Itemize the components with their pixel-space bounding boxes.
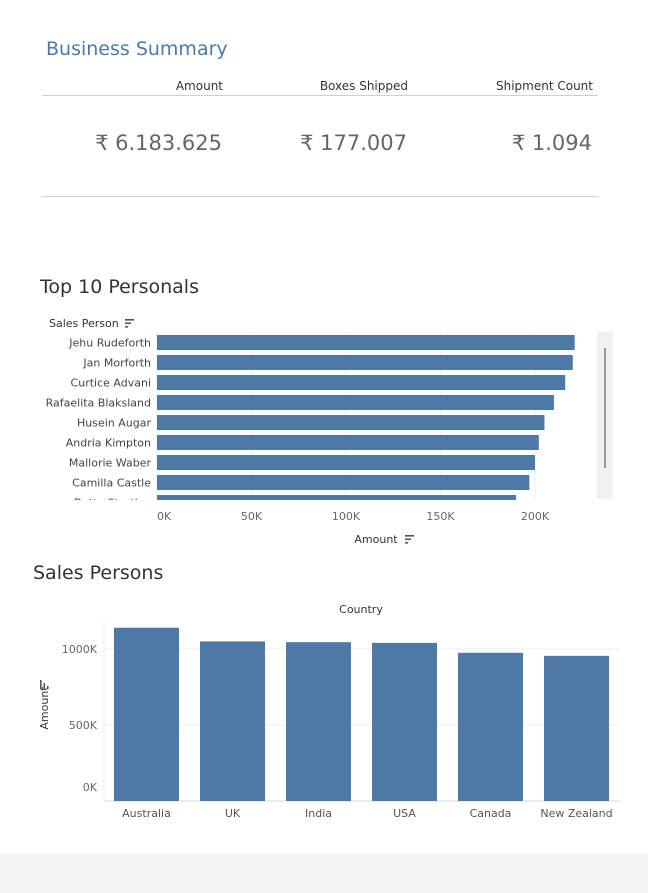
top10-x-tick-label: 150K [426,510,455,523]
sales-y-tick-label: 500K [69,719,98,732]
sales-x-label: UK [225,807,241,820]
kpi-amount-header: Amount [175,79,223,93]
sales-x-label: India [305,807,332,820]
summary-header-rule [42,95,598,96]
top10-row-label: Jehu Rudeforth [68,337,151,350]
sales-bar[interactable] [286,642,351,801]
top10-bar[interactable] [157,375,566,390]
sort-icon[interactable] [125,319,134,328]
sales-title: Sales Persons [33,562,164,584]
top10-title: Top 10 Personals [40,276,199,298]
sales-gridlines [103,620,620,802]
sales-y-tick-label: 0K [83,781,98,794]
top10-x-tick-label: 0K [157,510,172,523]
top10-chart: Sales Person Jehu Rudeforth Jan Morforth C… [46,317,613,546]
sales-bar[interactable] [458,652,523,801]
top10-x-tick-label: 50K [241,510,263,523]
kpi-shipments-value: ₹ 1.094 [511,131,592,155]
y-sort-icon[interactable] [40,680,49,689]
x-sort-icon[interactable] [405,535,414,544]
top10-bar[interactable] [157,475,530,490]
summary-title: Business Summary [46,38,228,60]
top10-bar[interactable] [157,435,539,450]
top10-row-header: Sales Person [49,317,119,330]
top10-x-label: Amount [354,533,398,546]
top10-bar[interactable] [157,335,575,350]
top10-x-tick-label: 100K [332,510,361,523]
top10-row-label: Rafaelita Blaksland [46,397,151,410]
summary-bottom-rule [42,196,598,197]
kpi-boxes-value: ₹ 177.007 [300,131,407,155]
sales-bar[interactable] [200,641,265,801]
top10-bar[interactable] [157,455,535,470]
kpi-amount-value: ₹ 6.183.625 [95,131,222,155]
top10-x-ticks: 0K 50K 100K 150K 200K [157,510,550,523]
top10-bar[interactable] [157,395,554,410]
top10-bar[interactable] [157,495,517,510]
top10-row-label: Mallorie Waber [69,457,152,470]
sales-x-label: USA [393,807,416,820]
footer-band [0,854,648,893]
sales-x-labels: Australia UK India USA Canada New Zealand [122,807,612,820]
top10-scrollbar-thumb[interactable] [604,348,606,468]
top10-row-label: Andria Kimpton [66,437,151,450]
sales-chart: Country 0K 500K 1000K Australia UK India USA C… [38,603,620,820]
sales-y-tick-label: 1000K [62,643,98,656]
top10-row-labels: Jehu Rudeforth Jan Morforth Curtice Advani… [46,337,152,510]
sales-bar[interactable] [372,642,437,801]
sales-bars [114,627,609,801]
kpi-boxes-header: Boxes Shipped [319,79,408,93]
top10-row-label: Curtice Advani [71,377,151,390]
sales-y-ticks: 0K 500K 1000K [62,643,98,794]
sales-bar[interactable] [114,627,179,801]
top10-row-label: Dotty Strutley [74,497,152,510]
top10-bar[interactable] [157,415,545,430]
sales-col-header: Country [339,603,383,616]
top10-bars [157,335,575,510]
top10-bar[interactable] [157,355,573,370]
sales-x-label: New Zealand [540,807,612,820]
top10-row-label: Camilla Castle [72,477,151,490]
top10-row-label: Jan Morforth [82,357,151,370]
kpi-shipments-header: Shipment Count [495,79,593,93]
sales-y-label: Amount [38,686,51,730]
top10-row-label: Husein Augar [77,417,151,430]
sales-x-label: Australia [122,807,171,820]
top10-x-tick-label: 200K [521,510,550,523]
sales-bar[interactable] [544,655,609,801]
sales-x-label: Canada [470,807,512,820]
